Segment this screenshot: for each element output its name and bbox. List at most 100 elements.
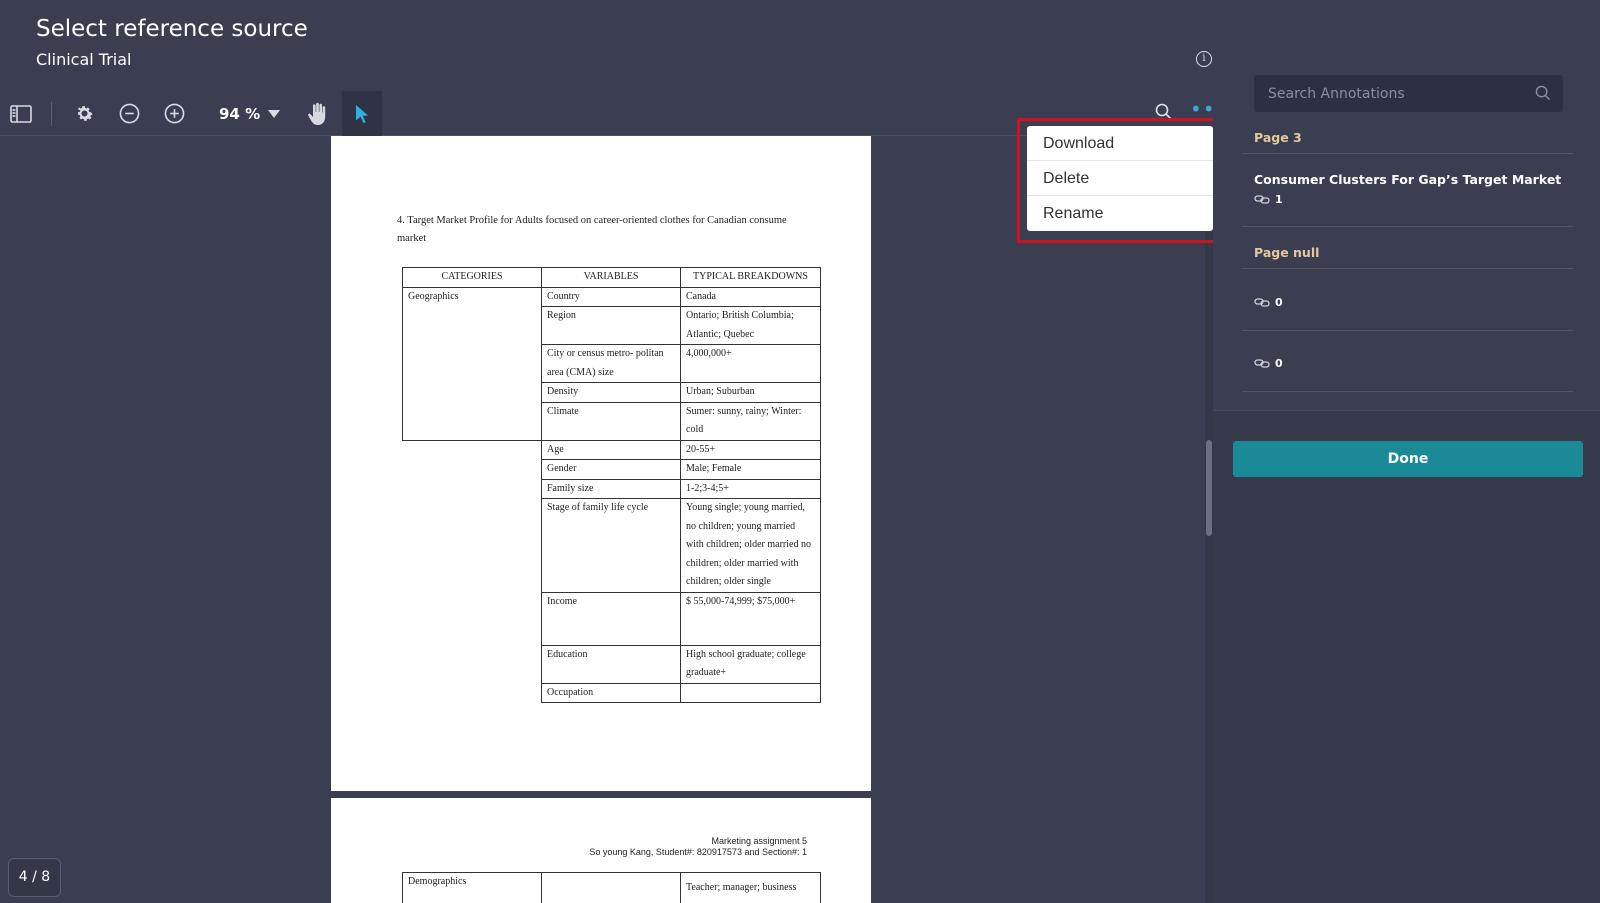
- table-cell: Ontario; British Columbia; Atlantic; Que…: [680, 306, 821, 345]
- table-row: Stage of family life cycle Young single;…: [403, 498, 821, 593]
- document-table: CATEGORIES VARIABLES TYPICAL BREAKDOWNS …: [402, 267, 821, 703]
- info-icon[interactable]: i: [1196, 51, 1212, 67]
- table-cell: Region: [541, 306, 681, 345]
- cursor-arrow-icon: [356, 104, 368, 123]
- table-cell: 20-55+: [680, 439, 821, 460]
- plus-circle-icon: [164, 103, 184, 124]
- table-row: Occupation: [403, 682, 821, 703]
- link-icon: [1254, 298, 1270, 307]
- link-icon: [1254, 359, 1270, 368]
- menu-item-download[interactable]: Download: [1027, 126, 1213, 161]
- table-cell: [403, 499, 542, 593]
- table-cell: Demographics: [402, 872, 542, 903]
- pan-tool-button[interactable]: [302, 91, 332, 136]
- search-annotations-input[interactable]: [1254, 75, 1514, 112]
- select-tool-button[interactable]: [342, 91, 382, 136]
- annotation-group-header: Page null: [1242, 245, 1573, 269]
- table-cell: [403, 440, 542, 460]
- page-counter: 4 / 8: [8, 858, 61, 897]
- annotation-title: Consumer Clusters For Gap’s Target Marke…: [1254, 172, 1562, 187]
- table-cell: Density: [541, 382, 681, 403]
- table-row: Income $ 55,000-74,999; $75,000+: [403, 591, 821, 646]
- page-running-header: Marketing assignment 5 So young Kang, St…: [589, 836, 807, 858]
- sidebar-icon: [10, 104, 32, 123]
- table-cell: Stage of family life cycle: [541, 498, 681, 593]
- modal-header: Select reference source Clinical Trial: [36, 16, 308, 69]
- table-cell: 4,000,000+: [680, 344, 821, 383]
- link-count-value: 1: [1275, 193, 1283, 206]
- table-row: Gender Male; Female: [403, 459, 821, 480]
- page-title: Select reference source: [36, 16, 308, 42]
- table-cell: Geographics: [402, 286, 542, 441]
- hand-icon: [308, 102, 326, 125]
- table-row: Age 20-55+: [403, 439, 821, 460]
- document-heading: 4. Target Market Profile for Adults focu…: [397, 215, 787, 244]
- table-cell: Occupation: [541, 682, 681, 703]
- table-cell: Age: [541, 439, 681, 460]
- table-cell: Teacher; manager; business: [680, 872, 821, 903]
- annotation-search: [1254, 75, 1563, 112]
- document-page: Marketing assignment 5 So young Kang, St…: [331, 798, 871, 903]
- table-cell: City or census metro- politan area (CMA)…: [541, 344, 681, 383]
- table-cell: [403, 683, 542, 703]
- minus-circle-icon: [119, 103, 139, 124]
- table-cell: Sumer: sunny, rainy; Winter: cold: [680, 401, 821, 441]
- zoom-out-button[interactable]: [117, 91, 141, 136]
- table-cell: Education: [541, 644, 681, 684]
- document-table: Demographics Teacher; manager; business: [402, 872, 821, 903]
- table-cell: Family size: [541, 478, 681, 499]
- table-cell: [403, 479, 542, 499]
- table-cell: Urban; Suburban: [680, 382, 821, 403]
- done-button[interactable]: Done: [1233, 441, 1583, 477]
- annotation-link-count: 0: [1254, 296, 1573, 309]
- menu-item-rename[interactable]: Rename: [1027, 196, 1213, 231]
- table-cell: $ 55,000-74,999; $75,000+: [680, 591, 821, 646]
- document-viewer[interactable]: 4. Target Market Profile for Adults focu…: [0, 136, 1210, 903]
- annotation-item[interactable]: Consumer Clusters For Gap’s Target Marke…: [1242, 172, 1573, 227]
- gear-icon: [77, 106, 93, 121]
- table-header: TYPICAL BREAKDOWNS: [680, 267, 821, 288]
- annotation-item[interactable]: 0: [1242, 290, 1573, 331]
- table-cell: [403, 645, 542, 683]
- annotation-group-header: Page 3: [1242, 130, 1573, 154]
- link-icon: [1254, 195, 1270, 204]
- annotation-link-count: 1: [1254, 193, 1573, 206]
- table-row: Education High school graduate; college …: [403, 644, 821, 684]
- table-cell: [680, 682, 821, 703]
- sidebar-toggle-button[interactable]: [6, 91, 36, 136]
- table-cell: Country: [541, 286, 681, 307]
- table-cell: Male; Female: [680, 459, 821, 480]
- page-subtitle: Clinical Trial: [36, 50, 132, 69]
- table-cell: 1-2;3-4;5+: [680, 478, 821, 499]
- annotations-panel-footer: [1213, 410, 1600, 903]
- annotation-page-label: Page null: [1254, 245, 1320, 260]
- running-header-line: So young Kang, Student#: 820917573 and S…: [589, 847, 807, 857]
- table-row: Family size 1-2;3-4;5+: [403, 478, 821, 499]
- viewer-scrollbar-thumb[interactable]: [1206, 440, 1212, 536]
- zoom-select[interactable]: 94 %: [219, 91, 281, 136]
- table-cell: Gender: [541, 459, 681, 480]
- table-row: Demographics Teacher; manager; business: [402, 872, 821, 903]
- running-header-line: Marketing assignment 5: [711, 836, 807, 846]
- table-header: CATEGORIES: [402, 267, 542, 288]
- table-cell: Canada: [680, 286, 821, 307]
- table-cell: [403, 460, 542, 480]
- table-cell: [541, 872, 681, 903]
- annotation-item[interactable]: 0: [1242, 351, 1573, 392]
- menu-item-delete[interactable]: Delete: [1027, 161, 1213, 196]
- toolbar-divider: [51, 102, 52, 126]
- table-cell: [403, 592, 542, 645]
- table-cell: Climate: [541, 401, 681, 441]
- link-count-value: 0: [1275, 296, 1283, 309]
- table-header: VARIABLES: [541, 267, 681, 288]
- annotation-page-label: Page 3: [1254, 130, 1302, 145]
- search-icon[interactable]: [1535, 85, 1551, 101]
- chevron-down-icon: [268, 109, 281, 118]
- settings-button[interactable]: [72, 91, 96, 136]
- document-page: 4. Target Market Profile for Adults focu…: [331, 136, 871, 791]
- table-cell: Young single; young married, no children…: [680, 498, 821, 593]
- more-options-menu: Download Delete Rename: [1027, 126, 1213, 231]
- zoom-in-button[interactable]: [162, 91, 186, 136]
- zoom-value: 94 %: [219, 104, 261, 123]
- link-count-value: 0: [1275, 357, 1283, 370]
